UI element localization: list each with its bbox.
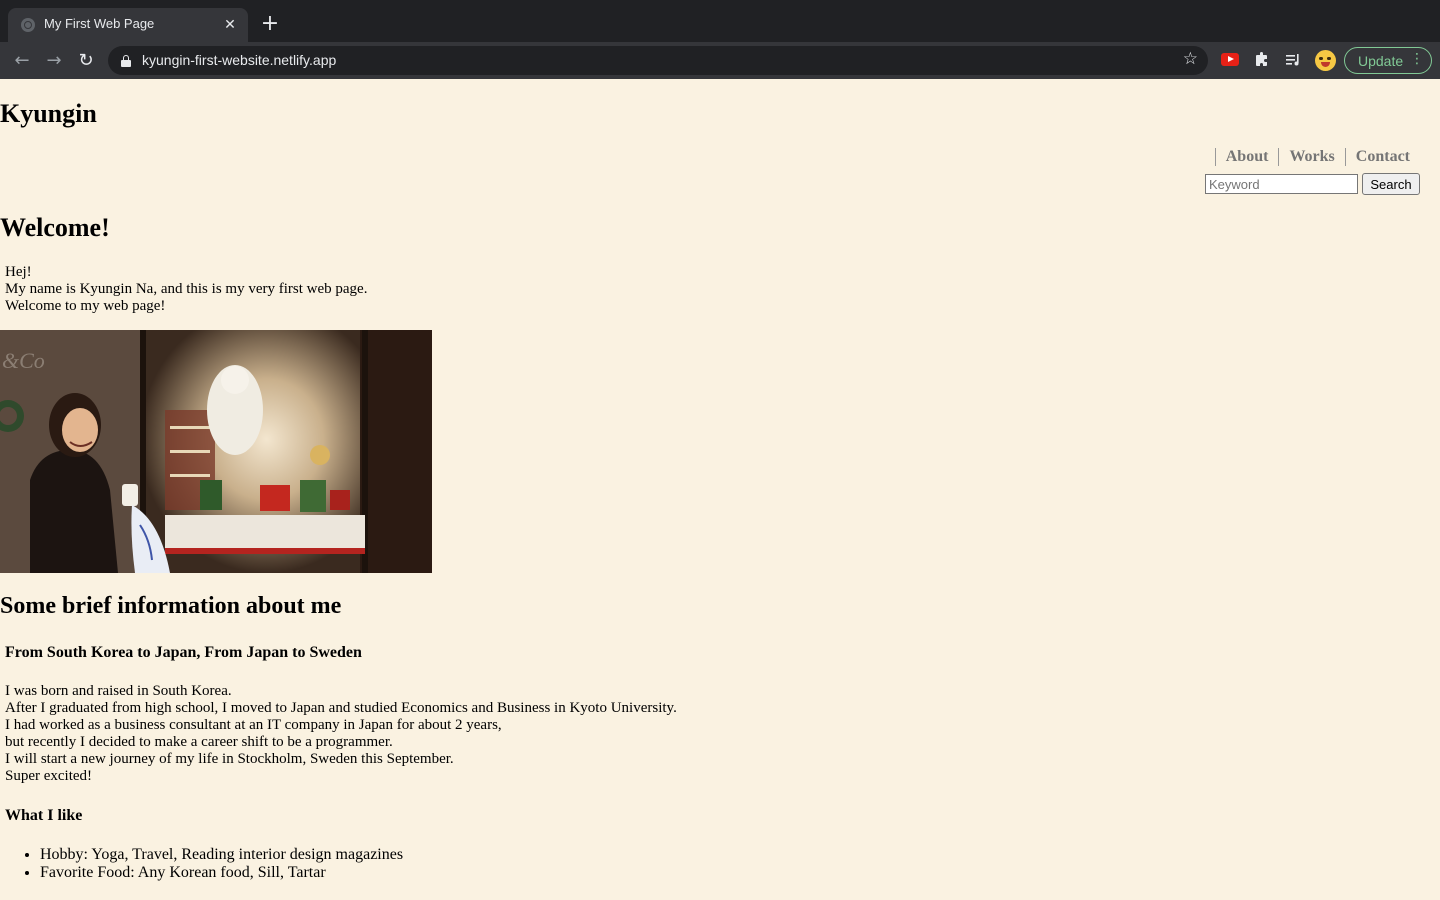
intro-paragraph: Hej! My name is Kyungin Na, and this is … bbox=[5, 264, 367, 315]
nav-link-works[interactable]: Works bbox=[1278, 148, 1344, 166]
url-text[interactable]: kyungin-first-website.netlify.app bbox=[142, 52, 336, 68]
puzzle-extensions-icon[interactable] bbox=[1251, 49, 1273, 71]
profile-photo: &Co bbox=[0, 330, 432, 573]
youtube-extension-icon[interactable] bbox=[1221, 53, 1239, 66]
bio-line: I was born and raised in South Korea. bbox=[5, 683, 232, 699]
address-bar[interactable]: kyungin-first-website.netlify.app ☆ bbox=[108, 46, 1208, 75]
intro-line: Welcome to my web page! bbox=[5, 298, 166, 314]
bio-line: Super excited! bbox=[5, 768, 93, 784]
likes-heading: What I like bbox=[5, 807, 83, 824]
profile-avatar[interactable] bbox=[1315, 50, 1336, 71]
close-icon[interactable]: ✕ bbox=[220, 15, 240, 35]
search-button[interactable]: Search bbox=[1362, 173, 1420, 195]
media-queue-icon[interactable] bbox=[1282, 49, 1304, 71]
site-nav: About Works Contact bbox=[1214, 148, 1420, 166]
globe-icon bbox=[21, 18, 35, 32]
bio-paragraph: I was born and raised in South Korea. Af… bbox=[5, 683, 677, 785]
lock-icon[interactable] bbox=[121, 55, 131, 67]
search-input[interactable] bbox=[1205, 174, 1358, 194]
svg-text:&Co: &Co bbox=[2, 348, 45, 373]
nav-link-contact[interactable]: Contact bbox=[1344, 148, 1420, 166]
browser-tab[interactable]: My First Web Page ✕ bbox=[8, 8, 248, 42]
reload-button[interactable]: ↻ bbox=[74, 49, 98, 73]
bookmark-star-icon[interactable]: ☆ bbox=[1183, 49, 1198, 69]
likes-list: Hobby: Yoga, Travel, Reading interior de… bbox=[0, 846, 403, 882]
back-button[interactable]: ← bbox=[10, 49, 34, 73]
tab-title: My First Web Page bbox=[44, 16, 155, 31]
intro-line: My name is Kyungin Na, and this is my ve… bbox=[5, 281, 368, 297]
browser-tabbar: My First Web Page ✕ + bbox=[0, 0, 1440, 42]
kebab-menu-icon[interactable]: ⋮ bbox=[1410, 51, 1424, 67]
update-label: Update bbox=[1358, 53, 1404, 69]
about-heading: Some brief information about me bbox=[0, 593, 342, 619]
update-button[interactable]: Update ⋮ bbox=[1344, 47, 1432, 74]
forward-button[interactable]: → bbox=[42, 49, 66, 73]
welcome-heading: Welcome! bbox=[0, 213, 110, 242]
list-item: Favorite Food: Any Korean food, Sill, Ta… bbox=[40, 864, 403, 882]
nav-link-about[interactable]: About bbox=[1214, 148, 1279, 166]
bio-line: I will start a new journey of my life in… bbox=[5, 751, 454, 767]
new-tab-button[interactable]: + bbox=[258, 12, 282, 36]
bio-line: I had worked as a business consultant at… bbox=[5, 717, 502, 733]
page-content: Kyungin About Works Contact Search Welco… bbox=[0, 79, 1440, 900]
journey-heading: From South Korea to Japan, From Japan to… bbox=[5, 644, 362, 661]
bio-line: After I graduated from high school, I mo… bbox=[5, 700, 677, 716]
list-item: Hobby: Yoga, Travel, Reading interior de… bbox=[40, 846, 403, 864]
site-title: Kyungin bbox=[0, 99, 97, 128]
intro-line: Hej! bbox=[5, 264, 32, 280]
bio-line: but recently I decided to make a career … bbox=[5, 734, 393, 750]
